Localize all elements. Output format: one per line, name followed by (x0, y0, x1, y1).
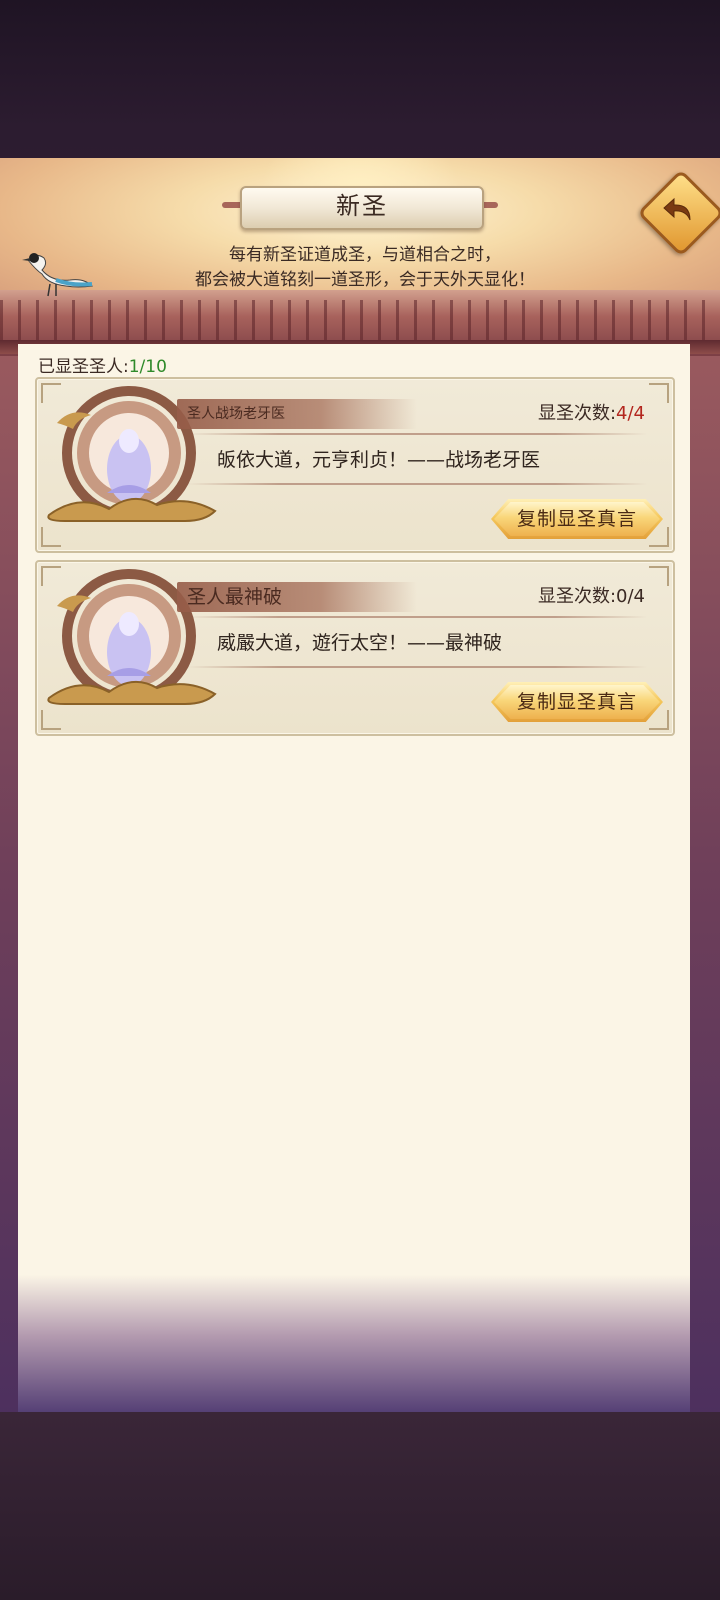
page-title: 新圣 (336, 192, 388, 220)
saint-count-summary: 已显圣圣人:1/10 (38, 352, 167, 377)
appearance-count-label: 显圣次数: (537, 403, 617, 424)
divider (187, 666, 647, 668)
crane-bird-icon (22, 253, 94, 297)
appearance-count: 显圣次数:0/4 (538, 582, 645, 608)
description-line-2: 都会被大道铭刻一道圣形，会于天外天显化！ (195, 270, 535, 290)
saint-quote: 皈依大道，元亨利贞！——战场老牙医 (217, 449, 541, 471)
saint-count-label: 已显圣圣人: (38, 357, 129, 377)
right-pillar (690, 344, 720, 1414)
bottom-frame (0, 1412, 720, 1600)
saint-name: 圣人最神破 (187, 586, 283, 608)
divider (187, 616, 647, 618)
appearance-count-label: 显圣次数: (537, 586, 617, 607)
back-arrow-icon[interactable] (650, 182, 706, 238)
saint-quote: 威嚴大道，遊行太空！——最神破 (217, 632, 503, 654)
saint-card: 圣人最神破 显圣次数:0/4 威嚴大道，遊行太空！——最神破 复制显圣真言 (35, 560, 675, 736)
description-line-1: 每有新圣证道成圣，与道相合之时， (229, 245, 501, 265)
title-plaque: 新圣 (222, 184, 498, 230)
appearance-count-value: 4/4 (616, 403, 645, 424)
card-corner (649, 383, 669, 403)
header-description: 每有新圣证道成圣，与道相合之时， 都会被大道铭刻一道圣形，会于天外天显化！ (150, 243, 580, 293)
copy-quote-button[interactable]: 复制显圣真言 (491, 499, 663, 539)
appearance-count-value: 0/4 (616, 586, 645, 607)
roof-tiles (0, 300, 720, 344)
copy-quote-button-label: 复制显圣真言 (516, 691, 637, 713)
content-bottom-fade (18, 1240, 690, 1414)
card-corner (649, 566, 669, 586)
left-pillar (0, 344, 18, 1414)
divider (187, 433, 647, 435)
saint-name: 圣人战场老牙医 (187, 406, 285, 422)
saint-count-value: 1/10 (128, 357, 167, 377)
saint-card: 圣人战场老牙医 显圣次数:4/4 皈依大道，元亨利贞！——战场老牙医 复制显圣真… (35, 377, 675, 553)
appearance-count: 显圣次数:4/4 (538, 399, 645, 425)
divider (187, 483, 647, 485)
copy-quote-button-label: 复制显圣真言 (516, 508, 637, 530)
copy-quote-button[interactable]: 复制显圣真言 (491, 682, 663, 722)
